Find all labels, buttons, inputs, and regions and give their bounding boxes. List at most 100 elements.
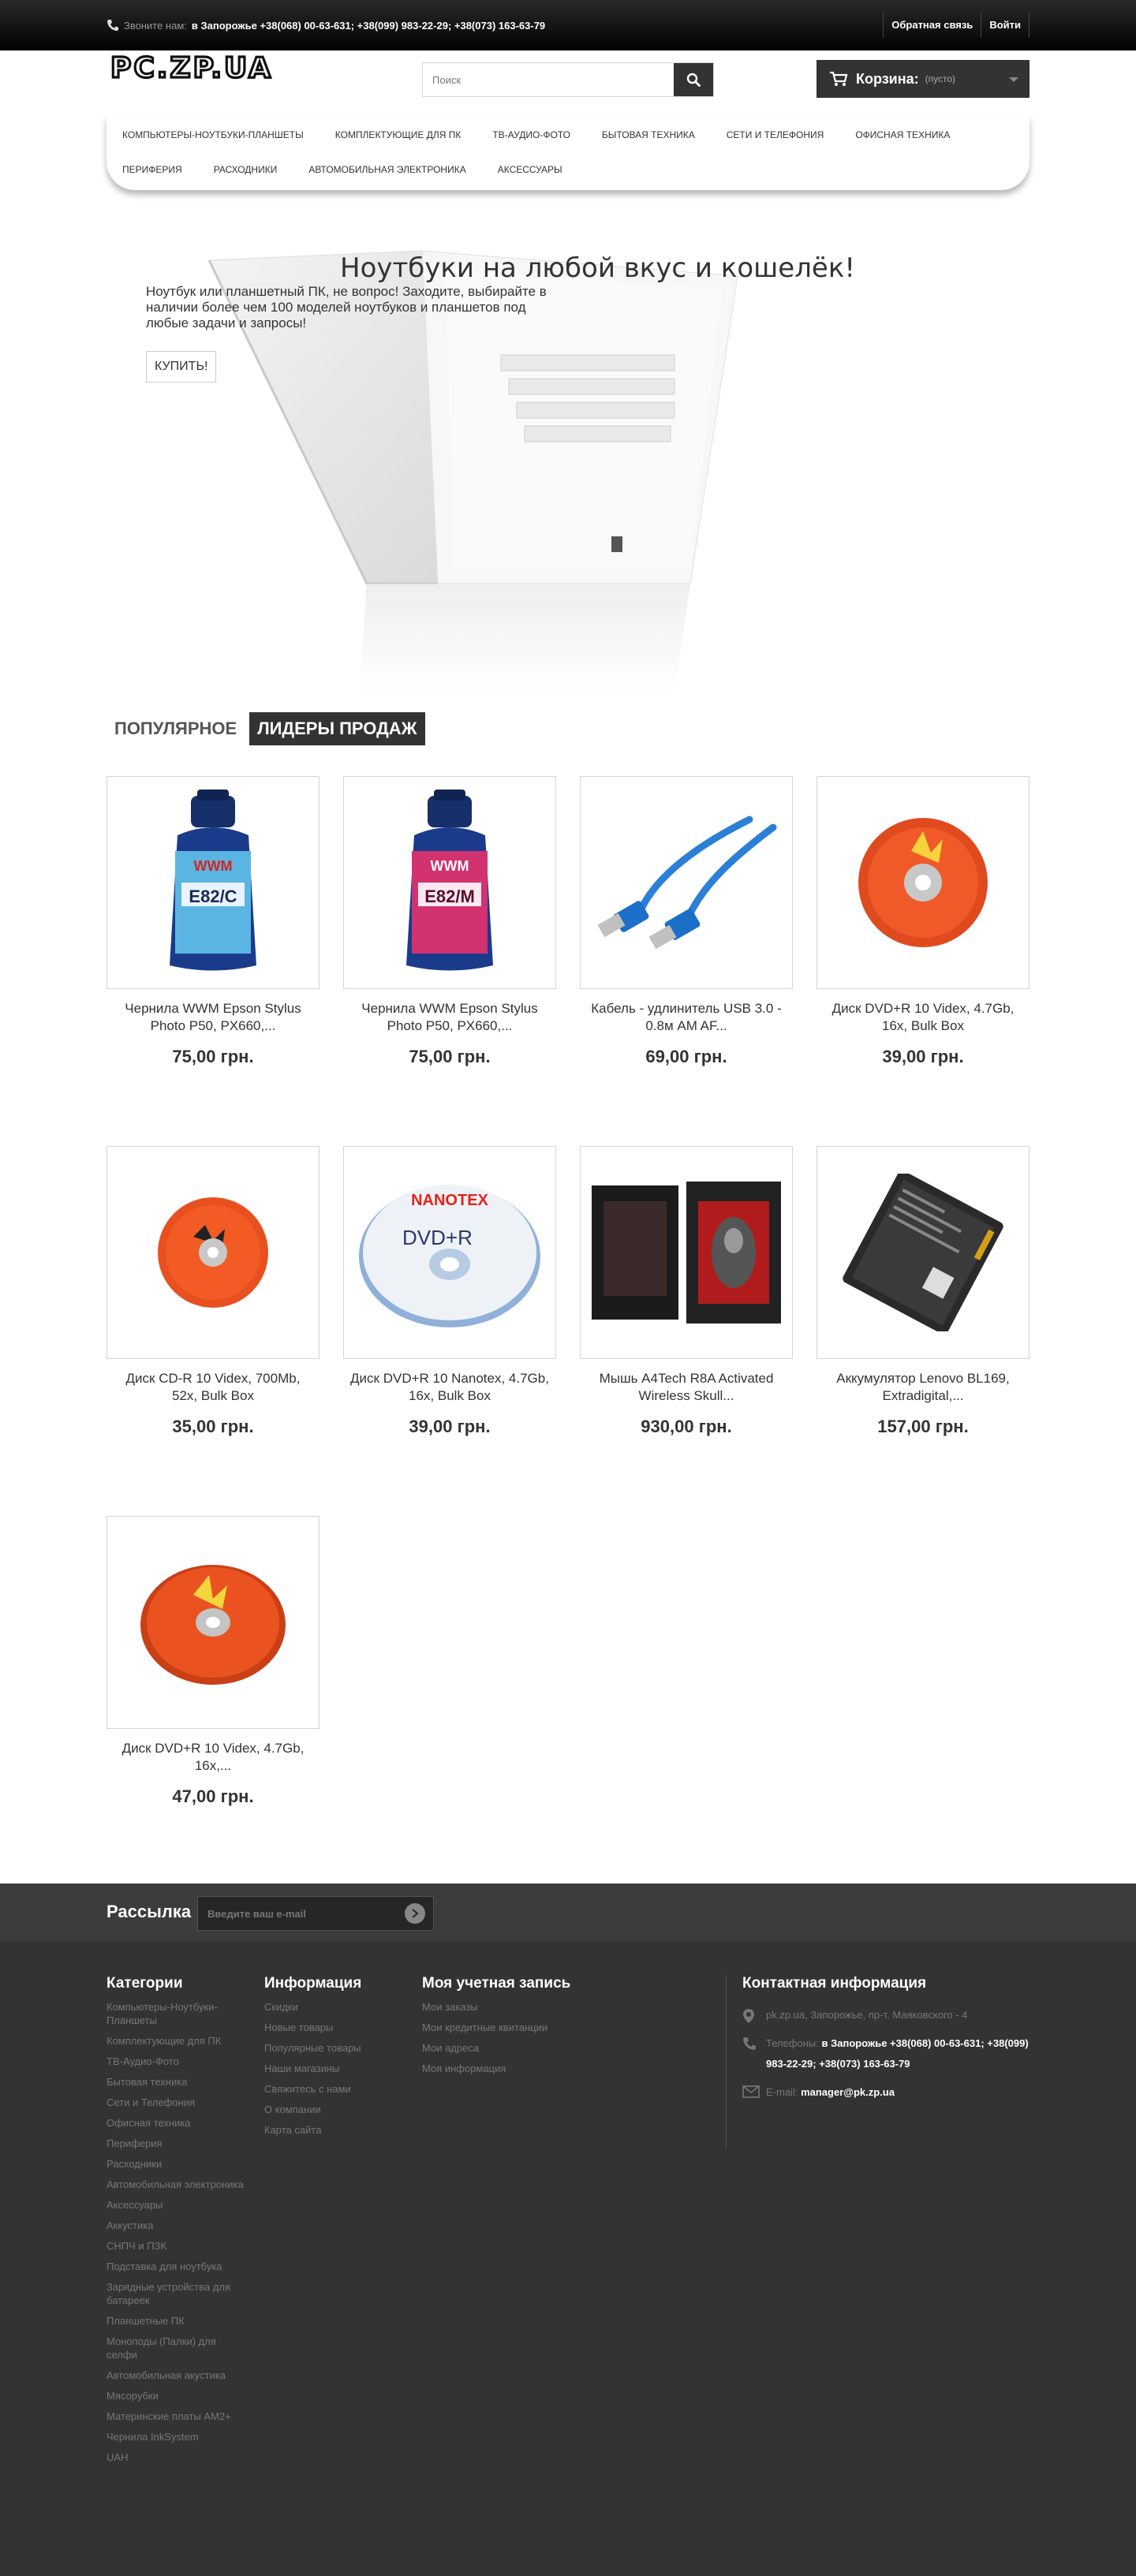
footer-category-link[interactable]: Аккустика (106, 2219, 248, 2232)
cart-label: Корзина: (856, 70, 919, 87)
menu-item-appliances[interactable]: Бытовая техника (602, 129, 695, 140)
footer-category-link[interactable]: Зарядные устройства для батареек (106, 2280, 248, 2307)
menu-item-consumables[interactable]: Расходники (214, 164, 278, 175)
footer-category-link[interactable]: Автомобильная акустика (106, 2369, 248, 2382)
menu-item-tv-audio[interactable]: ТВ-Аудио-Фото (492, 129, 570, 140)
product-name[interactable]: Диск DVD+R 10 Videx, 4.7Gb, 16x,... (106, 1740, 320, 1775)
product-card[interactable]: NANOTEX DVD+R Диск DVD+R 10 Nanotex, 4.7… (343, 1146, 556, 1437)
logo-text: PC.ZP.UA (110, 54, 273, 82)
product-name[interactable]: Чернила WWM Epson Stylus Photo P50, PX66… (343, 1000, 556, 1035)
footer-info-link[interactable]: Новые товары (264, 2021, 406, 2034)
product-card[interactable]: Диск CD-R 10 Videx, 700Mb, 52x, Bulk Box… (106, 1146, 320, 1437)
top-bar: Звоните нам: в Запорожье +38(068) 00-63-… (0, 0, 1136, 50)
search-input[interactable] (423, 63, 674, 96)
tab-popular[interactable]: Популярное (106, 712, 245, 745)
product-price: 47,00 грн. (172, 1786, 254, 1806)
product-image[interactable]: NANOTEX DVD+R (343, 1146, 556, 1359)
product-name[interactable]: Мышь A4Tech R8A Activated Wireless Skull… (580, 1370, 793, 1405)
product-name[interactable]: Аккумулятор Lenovo BL169, Extradigital,.… (816, 1370, 1030, 1405)
footer-category-link[interactable]: Офисная техника (106, 2116, 248, 2130)
footer-category-link[interactable]: Материнские платы AM2+ (106, 2410, 248, 2423)
footer-contact-title: Контактная информация (742, 1975, 927, 1992)
footer-info-link[interactable]: Наши магазины (264, 2062, 406, 2075)
footer-info-link[interactable]: Свяжитесь с нами (264, 2082, 406, 2096)
footer-category-link[interactable]: Аксессуары (106, 2198, 248, 2212)
footer-categories: Категории Компьютеры-Ноутбуки-Планшеты Ко… (106, 1975, 248, 2471)
product-name[interactable]: Чернила WWM Epson Stylus Photo P50, PX66… (106, 1000, 320, 1035)
footer-information: Информация Скидки Новые товары Популярные … (264, 1975, 406, 2144)
site-logo[interactable]: PC.ZP.UA (110, 54, 339, 82)
footer-category-link[interactable]: Автомобильная электроника (106, 2178, 248, 2191)
cd-disc-image (158, 1197, 268, 1308)
newsletter-email-input[interactable] (198, 1907, 405, 1920)
main-menu: Компьютеры-Ноутбуки-Планшеты Комплектующ… (106, 115, 1030, 190)
footer-category-link[interactable]: Планшетные ПК (106, 2314, 248, 2328)
product-name[interactable]: Диск DVD+R 10 Videx, 4.7Gb, 16x, Bulk Bo… (816, 1000, 1030, 1035)
product-image[interactable]: E82/M WWM (343, 776, 556, 989)
menu-item-peripherals[interactable]: Периферия (122, 164, 182, 175)
product-price: 39,00 грн. (882, 1047, 964, 1066)
product-card[interactable]: Аккумулятор Lenovo BL169, Extradigital,.… (816, 1146, 1030, 1437)
footer-category-link[interactable]: Подставка для ноутбука (106, 2260, 248, 2273)
usb-cable-image (597, 816, 777, 950)
footer-category-link[interactable]: Комплектующие для ПК (106, 2034, 248, 2048)
footer-info-link[interactable]: Популярные товары (264, 2041, 406, 2055)
product-name[interactable]: Кабель - удлинитель USB 3.0 - 0.8м AM AF… (580, 1000, 793, 1035)
chevron-down-icon (1009, 77, 1018, 82)
product-card[interactable]: Кабель - удлинитель USB 3.0 - 0.8м AM AF… (580, 776, 793, 1067)
menu-item-auto[interactable]: Автомобильная электроника (308, 164, 465, 175)
product-card[interactable]: Диск DVD+R 10 Videx, 4.7Gb, 16x, Bulk Bo… (816, 776, 1030, 1067)
menu-item-components[interactable]: Комплектующие для ПК (335, 129, 462, 140)
product-image[interactable] (816, 1146, 1030, 1359)
search-button[interactable] (674, 63, 713, 96)
phone-icon (107, 20, 118, 31)
menu-item-computers[interactable]: Компьютеры-Ноутбуки-Планшеты (122, 129, 304, 140)
contact-link[interactable]: Обратная связь (883, 13, 982, 38)
contact-email-link[interactable]: manager@pk.zp.ua (801, 2086, 895, 2098)
footer-info-link[interactable]: О компании (264, 2103, 406, 2116)
footer-info-link[interactable]: Карта сайта (264, 2123, 406, 2137)
footer-category-link[interactable]: Периферия (106, 2137, 248, 2150)
product-name[interactable]: Диск CD-R 10 Videx, 700Mb, 52x, Bulk Box (106, 1370, 320, 1405)
menu-item-networks[interactable]: Сети и телефония (727, 129, 824, 140)
footer-category-link[interactable]: ТВ-Аудио-Фото (106, 2055, 248, 2068)
product-card[interactable]: E82/M WWM Чернила WWM Epson Stylus Photo… (343, 776, 556, 1067)
footer-category-link[interactable]: Бытовая техника (106, 2075, 248, 2089)
product-card[interactable]: Мышь A4Tech R8A Activated Wireless Skull… (580, 1146, 793, 1437)
product-image[interactable] (816, 776, 1030, 989)
footer-category-link[interactable]: UAH (106, 2451, 248, 2464)
footer-account-link[interactable]: Мои кредитные квитанции (422, 2021, 627, 2034)
newsletter-submit-button[interactable] (405, 1903, 425, 1924)
ink-bottle-cyan-image: E82/C WWM (170, 790, 256, 971)
footer-category-link[interactable]: Мясорубки (106, 2389, 248, 2402)
footer-category-link[interactable]: Чернила InkSystem (106, 2430, 248, 2443)
footer-info-link[interactable]: Скидки (264, 2000, 406, 2014)
product-name[interactable]: Диск DVD+R 10 Nanotex, 4.7Gb, 16x, Bulk … (343, 1370, 556, 1405)
product-image[interactable] (106, 1516, 320, 1729)
product-image[interactable]: E82/C WWM (106, 776, 320, 989)
footer-account-link[interactable]: Моя информация (422, 2062, 627, 2075)
tab-bestsellers[interactable]: Лидеры продаж (249, 712, 425, 745)
menu-item-accessories[interactable]: Аксессуары (498, 164, 562, 175)
footer-account-link[interactable]: Мои заказы (422, 2000, 627, 2014)
product-card[interactable]: Диск DVD+R 10 Videx, 4.7Gb, 16x,... 47,0… (106, 1516, 320, 1807)
footer-category-link[interactable]: Расходники (106, 2157, 248, 2171)
product-card[interactable]: E82/C WWM Чернила WWM Epson Stylus Photo… (106, 776, 320, 1067)
product-image[interactable] (580, 1146, 793, 1359)
top-links: Обратная связь Войти (883, 13, 1030, 38)
buy-button[interactable]: КУПИТЬ! (146, 351, 217, 383)
product-price: 35,00 грн. (172, 1417, 254, 1436)
menu-item-office[interactable]: Офисная техника (855, 129, 950, 140)
cart-button[interactable]: Корзина: (пусто) (816, 60, 1030, 98)
footer-account-link[interactable]: Мои адреса (422, 2041, 627, 2055)
product-price: 75,00 грн. (409, 1047, 491, 1066)
ink-bottle-magenta-image: E82/M WWM (406, 790, 493, 971)
footer-category-link[interactable]: Моноподы (Палки) для селфи (106, 2335, 248, 2361)
login-link[interactable]: Войти (981, 13, 1030, 38)
product-image[interactable] (580, 776, 793, 989)
footer-category-link[interactable]: Компьютеры-Ноутбуки-Планшеты (106, 2000, 248, 2027)
footer-category-link[interactable]: Сети и Телефония (106, 2096, 248, 2109)
dvd-disc-image (140, 1565, 286, 1685)
footer-category-link[interactable]: СНПЧ и ПЗК (106, 2239, 248, 2253)
product-image[interactable] (106, 1146, 320, 1359)
